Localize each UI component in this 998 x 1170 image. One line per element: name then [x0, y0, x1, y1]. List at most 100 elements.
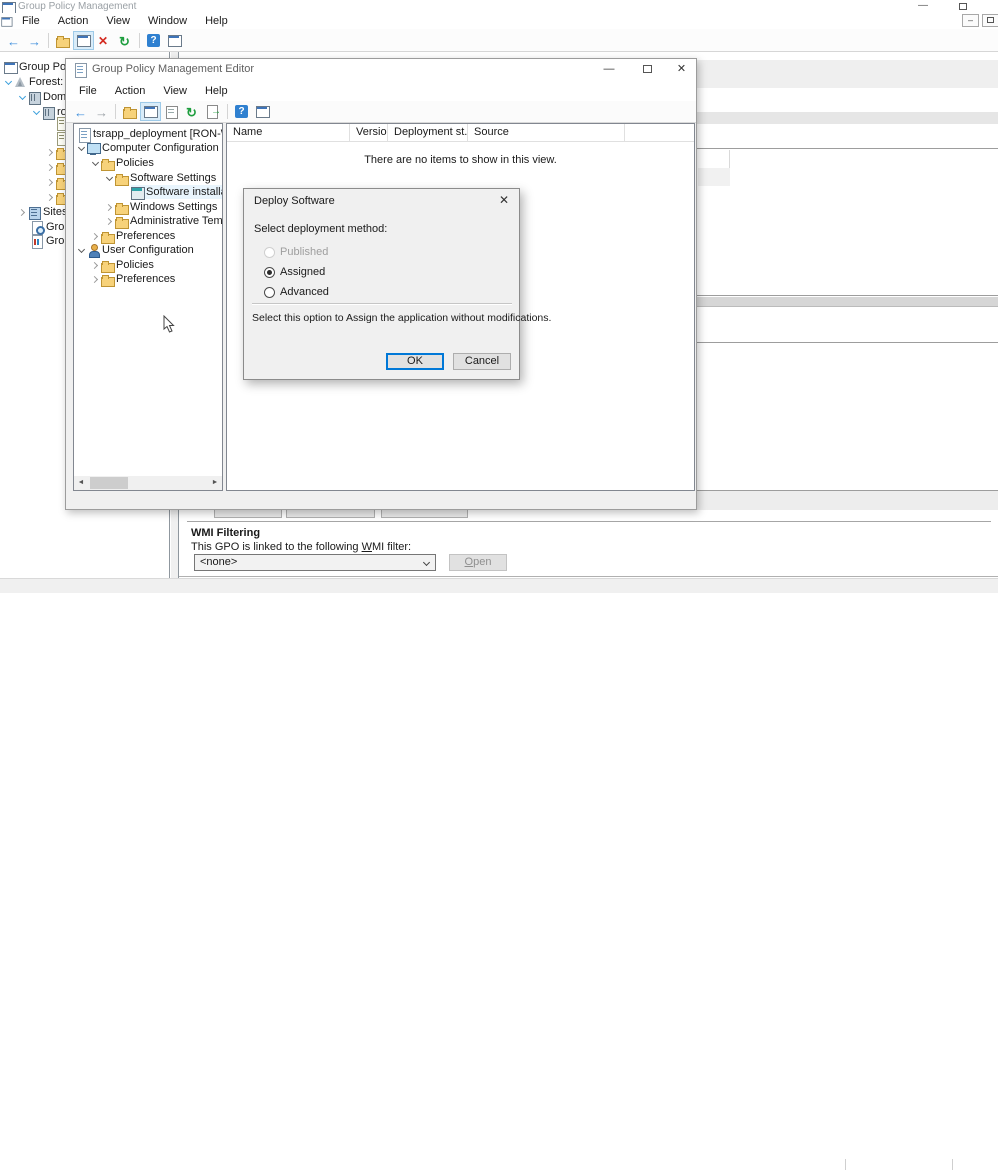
- chevron-down-icon[interactable]: [31, 107, 42, 118]
- wmi-filtering-caption: This GPO is linked to the following WMI …: [191, 541, 411, 553]
- gpme-menu-view[interactable]: View: [154, 83, 196, 99]
- gpme-maximize-button[interactable]: [628, 59, 666, 80]
- help-button[interactable]: [231, 102, 252, 121]
- console-window-button[interactable]: [164, 31, 185, 50]
- gpme-menu-action[interactable]: Action: [106, 83, 155, 99]
- chevron-right-icon[interactable]: [104, 216, 115, 227]
- console-window-icon: [168, 34, 181, 47]
- radio-advanced[interactable]: Advanced: [264, 286, 329, 298]
- gpme-menu-file[interactable]: File: [70, 83, 106, 99]
- menu-file[interactable]: File: [13, 13, 49, 29]
- main-menubar: File Action View Window Help –: [0, 13, 998, 29]
- scroll-right-arrow[interactable]: ►: [208, 476, 222, 490]
- refresh-button[interactable]: [115, 31, 136, 50]
- minimize-button[interactable]: —: [905, 0, 941, 13]
- chevron-right-icon[interactable]: [45, 162, 56, 173]
- chevron-right-icon[interactable]: [104, 202, 115, 213]
- menu-action[interactable]: Action: [49, 13, 98, 29]
- tree-item-user-preferences[interactable]: Preferences: [90, 272, 175, 286]
- ok-button[interactable]: OK: [386, 353, 444, 370]
- wmi-open-button[interactable]: Open: [449, 554, 507, 571]
- radio-icon[interactable]: [264, 287, 275, 298]
- tree-item-windows-settings[interactable]: Windows Settings: [104, 200, 217, 214]
- radio-assigned[interactable]: Assigned: [264, 266, 325, 278]
- chevron-down-icon[interactable]: [3, 77, 14, 88]
- back-icon: [74, 105, 87, 118]
- scrollbar-thumb[interactable]: [90, 477, 128, 489]
- gpme-close-button[interactable]: ✕: [666, 59, 697, 80]
- tree-item-software-settings[interactable]: Software Settings: [104, 171, 216, 185]
- tree-item-user-policies[interactable]: Policies: [90, 258, 154, 272]
- dialog-prompt: Select deployment method:: [254, 223, 387, 235]
- wmi-filter-select[interactable]: <none>: [194, 554, 436, 571]
- show-console-tree-button[interactable]: [140, 102, 161, 121]
- child-restore-button[interactable]: [982, 14, 998, 27]
- column-version[interactable]: Version: [350, 124, 388, 141]
- chevron-down-icon[interactable]: [76, 245, 87, 256]
- up-one-level-button[interactable]: [52, 31, 73, 50]
- horizontal-scrollbar[interactable]: ◄ ►: [74, 476, 222, 490]
- chevron-right-icon[interactable]: [90, 260, 101, 271]
- chevron-right-icon[interactable]: [45, 192, 56, 203]
- show-console-tree-button[interactable]: [73, 31, 94, 50]
- forward-button[interactable]: [91, 102, 112, 121]
- tree-item-preferences[interactable]: Preferences: [90, 229, 175, 243]
- radio-icon[interactable]: [264, 247, 275, 258]
- chevron-right-icon[interactable]: [90, 231, 101, 242]
- export-list-button[interactable]: [203, 102, 224, 121]
- refresh-button[interactable]: [182, 102, 203, 121]
- column-deployment-state[interactable]: Deployment st...: [388, 124, 468, 141]
- chevron-right-icon[interactable]: [45, 147, 56, 158]
- forward-button[interactable]: [24, 31, 45, 50]
- back-button[interactable]: [3, 31, 24, 50]
- gpme-titlebar[interactable]: Group Policy Management Editor — ✕: [66, 59, 696, 81]
- column-source[interactable]: Source: [468, 124, 625, 141]
- tree-item-gpo-root[interactable]: tsrapp_deployment [RON-WINS: [78, 127, 223, 141]
- pane-bottom-border: [179, 576, 998, 577]
- chevron-right-icon[interactable]: [17, 207, 28, 218]
- tree-item-sites[interactable]: Sites: [17, 205, 67, 219]
- restore-button[interactable]: [945, 0, 981, 13]
- main-window-titlebar: Group Policy Management —: [0, 0, 998, 13]
- tree-item-policies[interactable]: Policies: [90, 156, 154, 170]
- menu-help[interactable]: Help: [196, 13, 237, 29]
- gpme-minimize-button[interactable]: —: [590, 59, 628, 80]
- menu-view[interactable]: View: [97, 13, 139, 29]
- chevron-down-icon[interactable]: [76, 143, 87, 154]
- console-window-button[interactable]: [252, 102, 273, 121]
- gpme-menu-help[interactable]: Help: [196, 83, 237, 99]
- security-filtering-add-button-clipped[interactable]: [214, 510, 282, 518]
- security-filtering-remove-button-clipped[interactable]: [286, 510, 375, 518]
- chevron-down-icon[interactable]: [17, 92, 28, 103]
- dialog-close-button[interactable]: ✕: [493, 192, 515, 210]
- menu-window[interactable]: Window: [139, 13, 196, 29]
- chevron-right-icon[interactable]: [45, 177, 56, 188]
- deploy-software-dialog: Deploy Software ✕ Select deployment meth…: [243, 188, 520, 380]
- software-installation-icon: [131, 186, 144, 199]
- cancel-button[interactable]: Cancel: [453, 353, 511, 370]
- radio-selected-icon[interactable]: [264, 267, 275, 278]
- child-restore-icon: [987, 17, 994, 23]
- tree-item-software-installation[interactable]: Software installat: [131, 185, 223, 199]
- up-one-level-button[interactable]: [119, 102, 140, 121]
- maximize-icon: [643, 65, 652, 73]
- section-separator: [187, 521, 991, 523]
- scroll-left-arrow[interactable]: ◄: [74, 476, 88, 490]
- delete-button[interactable]: [94, 31, 115, 50]
- tree-item-domains[interactable]: Dom: [17, 90, 66, 104]
- back-button[interactable]: [70, 102, 91, 121]
- radio-published[interactable]: Published: [264, 246, 328, 258]
- tree-item-user-configuration[interactable]: User Configuration: [76, 243, 194, 257]
- tree-item-administrative-templates[interactable]: Administrative Temp: [104, 214, 223, 228]
- child-minimize-button[interactable]: –: [962, 14, 979, 27]
- properties-button[interactable]: [161, 102, 182, 121]
- console-tree-icon: [77, 34, 90, 47]
- chevron-down-icon[interactable]: [104, 173, 115, 184]
- chevron-right-icon[interactable]: [90, 274, 101, 285]
- security-filtering-properties-button-clipped[interactable]: [381, 510, 468, 518]
- tree-item-computer-configuration[interactable]: Computer Configuration: [76, 141, 219, 155]
- column-name[interactable]: Name: [227, 124, 350, 141]
- chevron-down-icon[interactable]: [90, 158, 101, 169]
- delete-x-icon: [98, 34, 111, 47]
- help-button[interactable]: [143, 31, 164, 50]
